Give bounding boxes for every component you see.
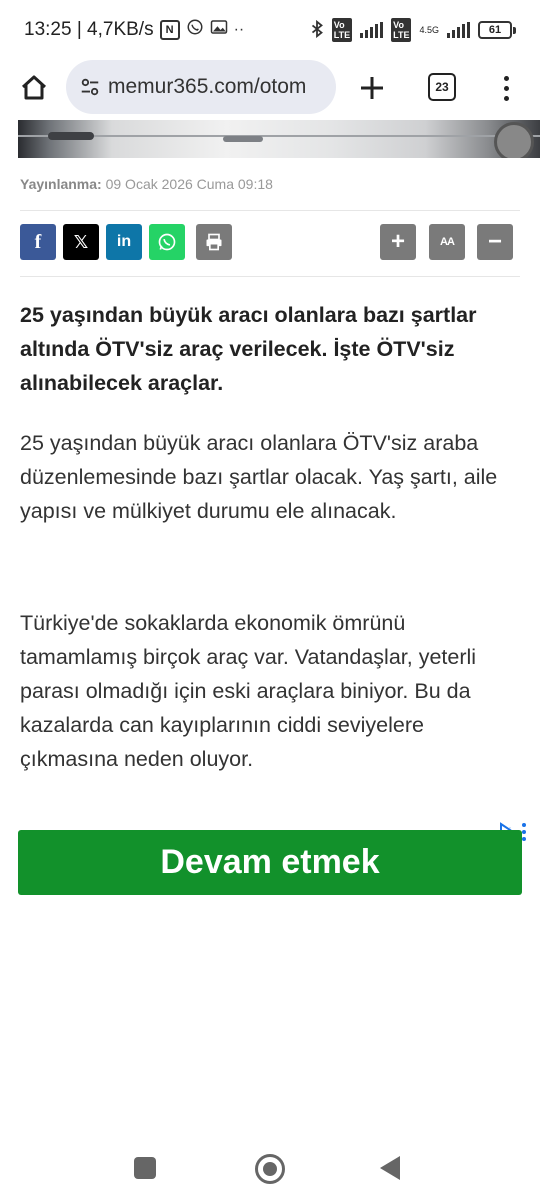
linkedin-share-button[interactable]: in (106, 224, 142, 260)
published-label: Yayınlanma: (20, 176, 102, 192)
home-button[interactable] (14, 66, 54, 110)
signal-strength-icon-2 (447, 22, 470, 38)
status-bar: 13:25 | 4,7KB/s N ·· Vo LTE Vo LTE 4.5G 61 (0, 0, 540, 60)
status-right: Vo LTE Vo LTE 4.5G 61 (310, 18, 516, 42)
x-icon: 𝕏 (73, 231, 89, 252)
tab-switcher-button[interactable]: 23 (428, 73, 456, 101)
minus-icon: − (487, 228, 502, 255)
article-hero-image (18, 120, 540, 158)
article-paragraph: Türkiye'de sokaklarda ekonomik ömrünü ta… (20, 611, 477, 771)
browser-toolbar: memur365.com/otom 23 (0, 60, 540, 120)
more-notifications-icon: ·· (233, 20, 245, 38)
plus-icon: + (390, 228, 405, 255)
whatsapp-notification-icon (186, 18, 204, 41)
article-paragraph: 25 yaşından büyük aracı olanlara ÖTV'siz… (20, 431, 498, 523)
image-notification-icon (210, 18, 228, 41)
address-bar[interactable]: memur365.com/otom (66, 60, 336, 114)
battery-icon: 61 (478, 21, 516, 39)
bluetooth-icon (310, 19, 324, 41)
back-button[interactable] (380, 1156, 400, 1180)
article-lead: 25 yaşından büyük aracı olanlara bazı şa… (20, 303, 477, 395)
new-tab-button[interactable] (352, 66, 392, 110)
printer-icon (206, 233, 222, 251)
x-share-button[interactable]: 𝕏 (63, 224, 99, 260)
published-date: 09 Ocak 2026 Cuma 09:18 (105, 176, 273, 192)
whatsapp-icon (158, 233, 176, 251)
facebook-icon: f (34, 230, 42, 253)
nfc-icon: N (159, 19, 180, 40)
system-navigation-bar (0, 1140, 540, 1200)
battery-level: 61 (478, 21, 512, 39)
decrease-font-button[interactable]: − (477, 224, 513, 260)
divider (20, 276, 520, 277)
home-icon (21, 75, 47, 100)
increase-font-button[interactable]: + (380, 224, 416, 260)
ad-continue-button[interactable]: Devam etmek (18, 830, 522, 895)
ad-options-icon[interactable] (522, 823, 526, 841)
font-size-button[interactable]: AA (429, 224, 465, 260)
published-meta: Yayınlanma: 09 Ocak 2026 Cuma 09:18 (20, 176, 273, 192)
signal-strength-icon (360, 22, 384, 38)
overflow-menu-button[interactable] (494, 68, 518, 108)
site-settings-icon[interactable] (78, 75, 102, 99)
plus-icon (361, 77, 383, 99)
divider (20, 210, 520, 211)
network-type-label: 4.5G (419, 24, 439, 35)
font-size-icon: AA (440, 236, 455, 248)
linkedin-icon: in (116, 233, 132, 250)
whatsapp-share-button[interactable] (149, 224, 185, 260)
clock-and-speed: 13:25 | 4,7KB/s (24, 18, 154, 40)
print-button[interactable] (196, 224, 232, 260)
volte-icon: Vo LTE (331, 18, 353, 42)
volte-icon-2: Vo LTE (391, 18, 412, 42)
status-left: 13:25 | 4,7KB/s N ·· (24, 18, 244, 41)
facebook-share-button[interactable]: f (20, 224, 56, 260)
url-text[interactable]: memur365.com/otom (108, 75, 306, 99)
recent-apps-button[interactable] (134, 1157, 156, 1179)
home-nav-button[interactable] (255, 1154, 285, 1184)
